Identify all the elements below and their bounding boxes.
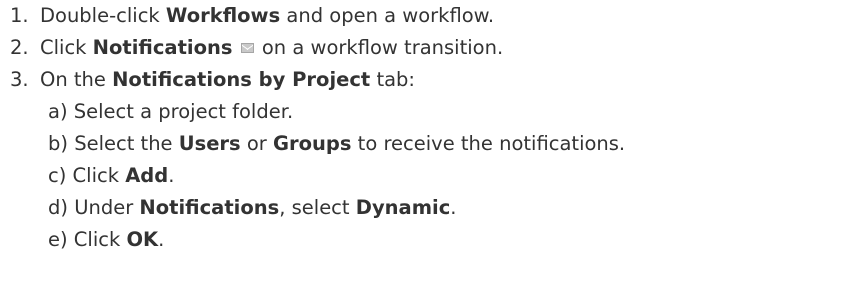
substep-text: to receive the notifications. bbox=[351, 132, 626, 155]
step-number: 2. bbox=[10, 36, 29, 59]
instructions-page: 1. Double-click Workflows and open a work… bbox=[0, 0, 854, 302]
step-3: 3. On the Notifications by Project tab: bbox=[0, 68, 415, 92]
substep-term: OK bbox=[126, 228, 159, 251]
substep-letter: b) bbox=[48, 132, 68, 155]
step-term: Workflows bbox=[165, 4, 281, 27]
step-text: and open a workflow. bbox=[280, 4, 495, 27]
substep-text: or bbox=[240, 132, 274, 155]
step-2: 2. Click Notifications on a workflow tran… bbox=[0, 36, 503, 60]
mail-icon bbox=[240, 43, 254, 53]
substep-letter: c) bbox=[48, 164, 67, 187]
substep-d: d) Under Notifications, select Dynamic. bbox=[48, 196, 456, 220]
step-1: 1. Double-click Workflows and open a work… bbox=[0, 4, 494, 28]
substep-term: Notifications bbox=[139, 196, 280, 219]
substep-term: Add bbox=[125, 164, 169, 187]
step-term: Notifications by Project bbox=[112, 68, 371, 91]
step-text: Click bbox=[40, 36, 93, 59]
substep-a: a) Select a project folder. bbox=[48, 100, 293, 124]
step-number: 3. bbox=[10, 68, 29, 91]
substep-text: Select the bbox=[68, 132, 179, 155]
substep-text: . bbox=[450, 196, 457, 219]
step-text: on a workflow transition. bbox=[255, 36, 504, 59]
step-text: Double-click bbox=[40, 4, 166, 27]
step-term: Notifications bbox=[92, 36, 233, 59]
substep-letter: e) bbox=[48, 228, 68, 251]
step-text: On the bbox=[40, 68, 113, 91]
step-text: tab: bbox=[370, 68, 415, 91]
substep-text: Click bbox=[67, 228, 127, 251]
substep-letter: a) bbox=[48, 100, 68, 123]
substep-text: . bbox=[158, 228, 165, 251]
substep-term: Dynamic bbox=[355, 196, 451, 219]
substep-text: Under bbox=[68, 196, 140, 219]
substep-b: b) Select the Users or Groups to receive… bbox=[48, 132, 625, 156]
substep-text: . bbox=[168, 164, 175, 187]
substep-c: c) Click Add. bbox=[48, 164, 174, 188]
substep-text: , select bbox=[279, 196, 356, 219]
step-number: 1. bbox=[10, 4, 29, 27]
substep-text: Select a project folder. bbox=[67, 100, 294, 123]
substep-e: e) Click OK. bbox=[48, 228, 164, 252]
substep-term: Users bbox=[178, 132, 241, 155]
substep-text: Click bbox=[66, 164, 126, 187]
substep-letter: d) bbox=[48, 196, 68, 219]
substep-term: Groups bbox=[273, 132, 352, 155]
